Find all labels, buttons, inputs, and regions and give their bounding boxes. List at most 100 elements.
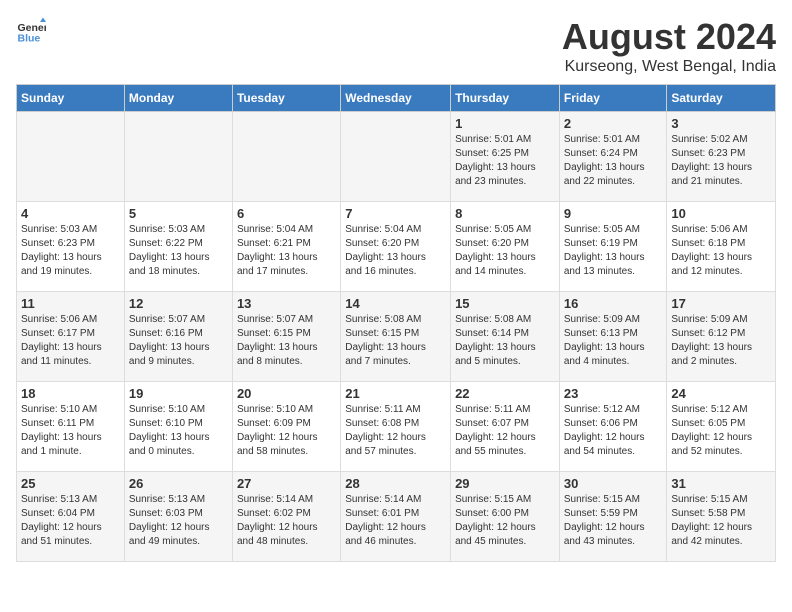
day-info: Sunrise: 5:09 AM Sunset: 6:13 PM Dayligh… — [564, 313, 663, 369]
header-area: General Blue August 2024 Kurseong, West … — [16, 16, 776, 76]
day-number: 4 — [21, 206, 120, 221]
logo-icon: General Blue — [16, 16, 46, 46]
calendar-cell: 12Sunrise: 5:07 AM Sunset: 6:16 PM Dayli… — [124, 292, 232, 382]
calendar-cell: 27 Sunrise: 5:14 AM Sunset: 6:02 PM Dayli… — [232, 472, 340, 562]
day-info: Sunrise: 5:10 AM Sunset: 6:11 PM Dayligh… — [21, 403, 120, 459]
calendar-cell — [124, 112, 232, 202]
calendar-cell: 11 Sunrise: 5:06 AM Sunset: 6:17 PM Dayli… — [17, 292, 125, 382]
subtitle: Kurseong, West Bengal, India — [562, 58, 776, 76]
day-number: 17 — [671, 296, 771, 311]
calendar-cell: 15 Sunrise: 5:08 AM Sunset: 6:14 PM Dayli… — [451, 292, 560, 382]
calendar-cell: 19 Sunrise: 5:10 AM Sunset: 6:10 PM Dayli… — [124, 382, 232, 472]
day-info: Sunrise: 5:14 AM Sunset: 6:02 PM Dayligh… — [237, 493, 336, 549]
svg-text:Blue: Blue — [18, 33, 41, 45]
calendar-cell: 30Sunrise: 5:15 AM Sunset: 5:59 PM Dayli… — [559, 472, 667, 562]
day-info: Sunrise: 5:03 AM Sunset: 6:22 PM Dayligh… — [129, 223, 228, 279]
day-info: Sunrise: 5:11 AM Sunset: 6:07 PM Dayligh… — [455, 403, 555, 459]
day-number: 25 — [21, 476, 120, 491]
calendar-cell: 26Sunrise: 5:13 AM Sunset: 6:03 PM Dayli… — [124, 472, 232, 562]
calendar-cell: 7Sunrise: 5:04 AM Sunset: 6:20 PM Daylig… — [341, 202, 451, 292]
day-info: Sunrise: 5:03 AM Sunset: 6:23 PM Dayligh… — [21, 223, 120, 279]
day-info: Sunrise: 5:10 AM Sunset: 6:09 PM Dayligh… — [237, 403, 336, 459]
day-number: 3 — [671, 116, 771, 131]
calendar-cell: 1 Sunrise: 5:01 AM Sunset: 6:25 PM Daylig… — [451, 112, 560, 202]
calendar-cell: 25 Sunrise: 5:13 AM Sunset: 6:04 PM Dayli… — [17, 472, 125, 562]
calendar-cell: 2Sunrise: 5:01 AM Sunset: 6:24 PM Daylig… — [559, 112, 667, 202]
calendar-cell: 5 Sunrise: 5:03 AM Sunset: 6:22 PM Daylig… — [124, 202, 232, 292]
calendar-table: SundayMondayTuesdayWednesdayThursdayFrid… — [16, 84, 776, 562]
calendar-cell: 6Sunrise: 5:04 AM Sunset: 6:21 PM Daylig… — [232, 202, 340, 292]
day-info: Sunrise: 5:01 AM Sunset: 6:25 PM Dayligh… — [455, 133, 555, 189]
calendar-header: SundayMondayTuesdayWednesdayThursdayFrid… — [17, 85, 776, 112]
day-number: 5 — [129, 206, 228, 221]
calendar-week-row: 4 Sunrise: 5:03 AM Sunset: 6:23 PM Daylig… — [17, 202, 776, 292]
day-of-week-header: Tuesday — [232, 85, 340, 112]
calendar-cell — [232, 112, 340, 202]
day-number: 27 — [237, 476, 336, 491]
calendar-week-row: 1 Sunrise: 5:01 AM Sunset: 6:25 PM Daylig… — [17, 112, 776, 202]
day-info: Sunrise: 5:15 AM Sunset: 6:00 PM Dayligh… — [455, 493, 555, 549]
day-number: 10 — [671, 206, 771, 221]
day-info: Sunrise: 5:05 AM Sunset: 6:20 PM Dayligh… — [455, 223, 555, 279]
calendar-body: 1 Sunrise: 5:01 AM Sunset: 6:25 PM Daylig… — [17, 112, 776, 562]
calendar-cell: 8 Sunrise: 5:05 AM Sunset: 6:20 PM Daylig… — [451, 202, 560, 292]
calendar-cell: 21 Sunrise: 5:11 AM Sunset: 6:08 PM Dayli… — [341, 382, 451, 472]
calendar-week-row: 18 Sunrise: 5:10 AM Sunset: 6:11 PM Dayli… — [17, 382, 776, 472]
day-number: 11 — [21, 296, 120, 311]
day-number: 23 — [564, 386, 663, 401]
calendar-cell: 16 Sunrise: 5:09 AM Sunset: 6:13 PM Dayli… — [559, 292, 667, 382]
day-info: Sunrise: 5:08 AM Sunset: 6:15 PM Dayligh… — [345, 313, 446, 369]
day-number: 15 — [455, 296, 555, 311]
calendar-cell: 31 Sunrise: 5:15 AM Sunset: 5:58 PM Dayli… — [667, 472, 776, 562]
day-number: 1 — [455, 116, 555, 131]
day-info: Sunrise: 5:08 AM Sunset: 6:14 PM Dayligh… — [455, 313, 555, 369]
day-info: Sunrise: 5:15 AM Sunset: 5:58 PM Dayligh… — [671, 493, 771, 549]
day-info: Sunrise: 5:13 AM Sunset: 6:04 PM Dayligh… — [21, 493, 120, 549]
day-info: Sunrise: 5:12 AM Sunset: 6:06 PM Dayligh… — [564, 403, 663, 459]
calendar-cell: 9Sunrise: 5:05 AM Sunset: 6:19 PM Daylig… — [559, 202, 667, 292]
day-number: 28 — [345, 476, 446, 491]
day-info: Sunrise: 5:14 AM Sunset: 6:01 PM Dayligh… — [345, 493, 446, 549]
day-info: Sunrise: 5:10 AM Sunset: 6:10 PM Dayligh… — [129, 403, 228, 459]
day-number: 20 — [237, 386, 336, 401]
day-info: Sunrise: 5:06 AM Sunset: 6:18 PM Dayligh… — [671, 223, 771, 279]
day-number: 14 — [345, 296, 446, 311]
calendar-cell: 28 Sunrise: 5:14 AM Sunset: 6:01 PM Dayli… — [341, 472, 451, 562]
day-info: Sunrise: 5:07 AM Sunset: 6:15 PM Dayligh… — [237, 313, 336, 369]
day-number: 21 — [345, 386, 446, 401]
calendar-cell: 10 Sunrise: 5:06 AM Sunset: 6:18 PM Dayli… — [667, 202, 776, 292]
day-number: 29 — [455, 476, 555, 491]
day-info: Sunrise: 5:06 AM Sunset: 6:17 PM Dayligh… — [21, 313, 120, 369]
day-info: Sunrise: 5:05 AM Sunset: 6:19 PM Dayligh… — [564, 223, 663, 279]
day-info: Sunrise: 5:11 AM Sunset: 6:08 PM Dayligh… — [345, 403, 446, 459]
calendar-week-row: 25 Sunrise: 5:13 AM Sunset: 6:04 PM Dayli… — [17, 472, 776, 562]
calendar-cell: 23 Sunrise: 5:12 AM Sunset: 6:06 PM Dayli… — [559, 382, 667, 472]
day-number: 19 — [129, 386, 228, 401]
calendar-cell: 13Sunrise: 5:07 AM Sunset: 6:15 PM Dayli… — [232, 292, 340, 382]
day-number: 26 — [129, 476, 228, 491]
day-number: 16 — [564, 296, 663, 311]
day-of-week-header: Saturday — [667, 85, 776, 112]
main-title: August 2024 — [562, 16, 776, 58]
day-number: 18 — [21, 386, 120, 401]
calendar-cell: 4 Sunrise: 5:03 AM Sunset: 6:23 PM Daylig… — [17, 202, 125, 292]
day-number: 12 — [129, 296, 228, 311]
day-of-week-header: Thursday — [451, 85, 560, 112]
calendar-cell — [17, 112, 125, 202]
calendar-cell: 29 Sunrise: 5:15 AM Sunset: 6:00 PM Dayli… — [451, 472, 560, 562]
day-info: Sunrise: 5:04 AM Sunset: 6:21 PM Dayligh… — [237, 223, 336, 279]
calendar-cell: 3Sunrise: 5:02 AM Sunset: 6:23 PM Daylig… — [667, 112, 776, 202]
header-row: SundayMondayTuesdayWednesdayThursdayFrid… — [17, 85, 776, 112]
day-number: 8 — [455, 206, 555, 221]
day-number: 22 — [455, 386, 555, 401]
calendar-cell — [341, 112, 451, 202]
day-of-week-header: Friday — [559, 85, 667, 112]
day-of-week-header: Wednesday — [341, 85, 451, 112]
calendar-cell: 17Sunrise: 5:09 AM Sunset: 6:12 PM Dayli… — [667, 292, 776, 382]
title-area: August 2024 Kurseong, West Bengal, India — [562, 16, 776, 76]
calendar-cell: 14 Sunrise: 5:08 AM Sunset: 6:15 PM Dayli… — [341, 292, 451, 382]
calendar-cell: 22 Sunrise: 5:11 AM Sunset: 6:07 PM Dayli… — [451, 382, 560, 472]
day-of-week-header: Monday — [124, 85, 232, 112]
day-number: 31 — [671, 476, 771, 491]
day-info: Sunrise: 5:15 AM Sunset: 5:59 PM Dayligh… — [564, 493, 663, 549]
